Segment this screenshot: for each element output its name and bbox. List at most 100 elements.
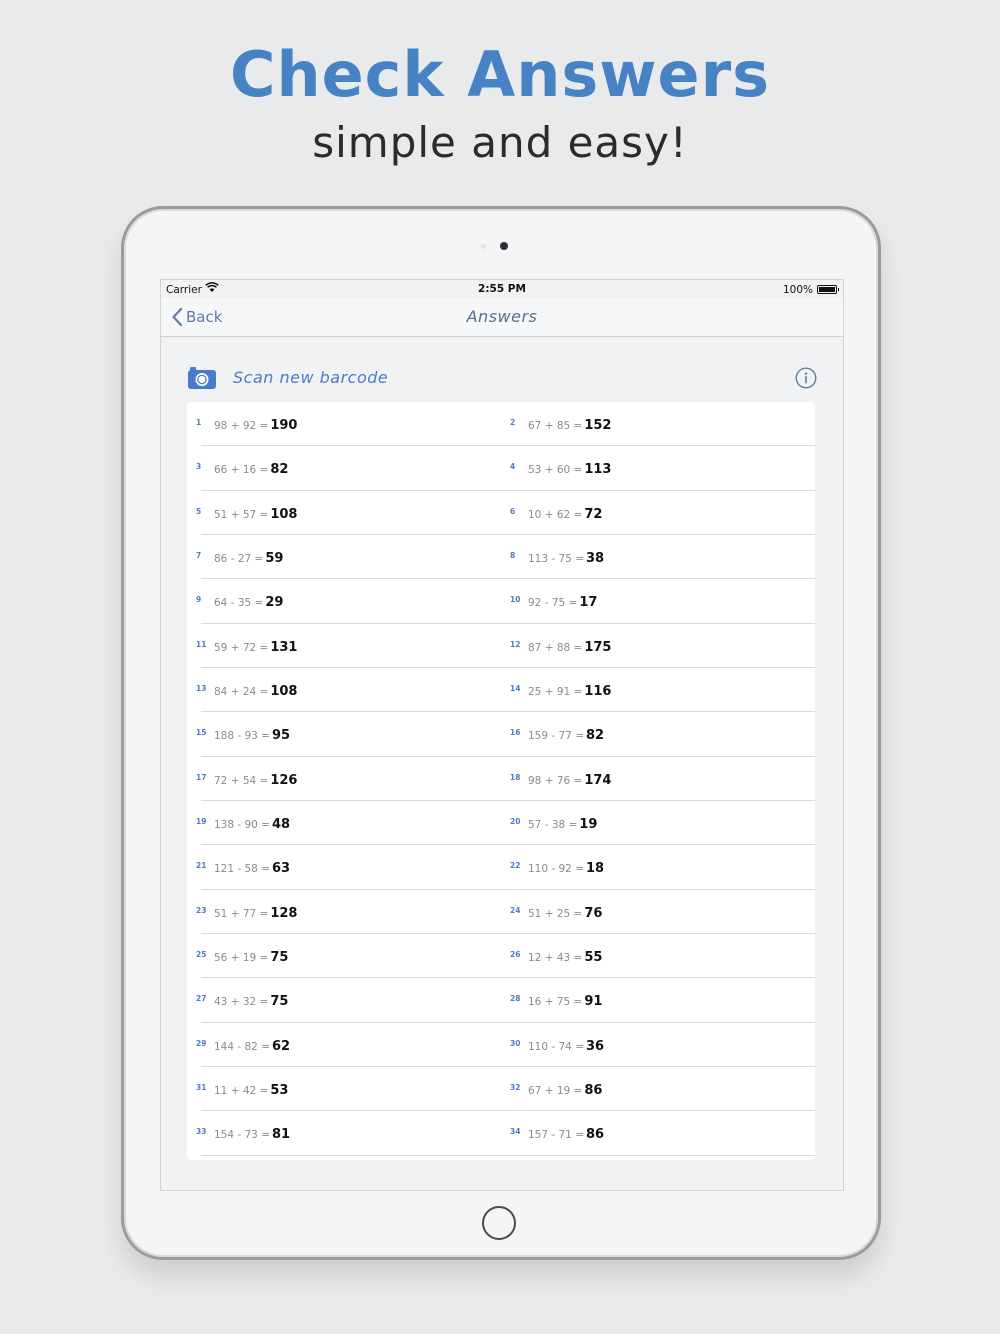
question-number: 33 [196, 1127, 207, 1137]
question-expression: 138 - 90 = 48 [214, 817, 290, 832]
answer-value: 152 [584, 418, 612, 433]
table-row: 17 72 + 54 = 126 18 98 + 76 = 174 [187, 757, 815, 802]
expression-text: 144 - 82 = [214, 1040, 271, 1053]
expression-text: 188 - 93 = [214, 730, 271, 743]
question-expression: 10 + 62 = 72 [528, 507, 602, 522]
answer-value: 116 [584, 683, 612, 699]
question-number: 26 [510, 949, 521, 959]
answer-item: 32 67 + 19 = 86 [501, 1067, 815, 1111]
question-number: 22 [510, 861, 521, 871]
question-expression: 154 - 73 = 81 [214, 1127, 290, 1142]
camera-icon[interactable] [187, 366, 217, 390]
question-number: 1 [196, 418, 202, 427]
expression-text: 51 + 57 = [214, 508, 269, 521]
expression-text: 86 - 27 = [214, 552, 264, 565]
answer-item: 29 144 - 82 = 62 [187, 1023, 501, 1067]
navigation-bar: Back Answers [161, 298, 843, 337]
expression-text: 53 + 60 = [528, 464, 583, 477]
answer-item: 10 92 - 75 = 17 [501, 579, 815, 623]
table-row: 33 154 - 73 = 81 34 157 - 71 = 86 [187, 1111, 815, 1156]
expression-text: 98 + 92 = [214, 420, 269, 432]
question-expression: 53 + 60 = 113 [528, 462, 611, 477]
question-expression: 12 + 43 = 55 [528, 950, 602, 965]
expression-text: 157 - 71 = [528, 1129, 585, 1142]
answer-value: 75 [270, 949, 289, 965]
question-expression: 59 + 72 = 131 [214, 640, 297, 655]
question-number: 15 [196, 728, 207, 738]
question-expression: 84 + 24 = 108 [214, 684, 297, 699]
answer-value: 53 [270, 1082, 289, 1098]
expression-text: 110 - 74 = [528, 1040, 585, 1053]
answer-item: 14 25 + 91 = 116 [501, 668, 815, 712]
answer-item: 4 53 + 60 = 113 [501, 446, 815, 490]
table-row: 31 11 + 42 = 53 32 67 + 19 = 86 [187, 1067, 815, 1112]
table-row: 5 51 + 57 = 108 6 10 + 62 = 72 [187, 491, 815, 536]
answer-value: 29 [265, 595, 284, 611]
question-expression: 51 + 77 = 128 [214, 906, 297, 921]
home-button[interactable] [482, 1206, 516, 1240]
question-number: 30 [510, 1038, 521, 1048]
expression-text: 51 + 77 = [214, 907, 269, 920]
table-row: 9 64 - 35 = 29 10 92 - 75 = 17 [187, 579, 815, 624]
promo-subline: simple and easy! [312, 118, 688, 167]
question-number: 32 [510, 1082, 521, 1092]
question-number: 17 [196, 772, 207, 782]
question-expression: 144 - 82 = 62 [214, 1039, 290, 1054]
question-expression: 67 + 19 = 86 [528, 1083, 602, 1098]
question-number: 5 [196, 506, 202, 516]
question-number: 24 [510, 905, 521, 915]
answer-item: 15 188 - 93 = 95 [187, 712, 501, 756]
expression-text: 16 + 75 = [528, 996, 583, 1009]
answer-item: 24 51 + 25 = 76 [501, 890, 815, 934]
answer-item: 17 72 + 54 = 126 [187, 757, 501, 801]
answer-item: 21 121 - 58 = 63 [187, 845, 501, 889]
scan-new-barcode-button[interactable]: Scan new barcode [233, 368, 388, 387]
table-row: 3 66 + 16 = 82 4 53 + 60 = 113 [187, 446, 815, 491]
answer-value: 38 [586, 550, 605, 566]
answer-item: 18 98 + 76 = 174 [501, 757, 815, 801]
question-number: 21 [196, 861, 207, 871]
answer-value: 131 [270, 639, 298, 655]
expression-text: 92 - 75 = [528, 597, 578, 610]
question-expression: 87 + 88 = 175 [528, 640, 611, 655]
answer-item: 8 113 - 75 = 38 [501, 535, 815, 579]
table-row: 19 138 - 90 = 48 20 57 - 38 = 19 [187, 801, 815, 846]
page-title: Answers [466, 307, 538, 326]
question-expression: 98 + 76 = 174 [528, 773, 611, 788]
expression-text: 56 + 19 = [214, 951, 269, 964]
table-row: 27 43 + 32 = 75 28 16 + 75 = 91 [187, 978, 815, 1023]
expression-text: 154 - 73 = [214, 1129, 271, 1142]
question-expression: 51 + 57 = 108 [214, 507, 297, 522]
expression-text: 113 - 75 = [528, 552, 585, 565]
table-row: 15 188 - 93 = 95 16 159 - 77 = 82 [187, 712, 815, 757]
question-expression: 11 + 42 = 53 [214, 1083, 288, 1098]
expression-text: 67 + 19 = [528, 1084, 583, 1097]
answer-item: 9 64 - 35 = 29 [187, 579, 501, 623]
promo-headline: Check Answers [229, 38, 771, 111]
question-expression: 121 - 58 = 63 [214, 861, 290, 876]
question-expression: 43 + 32 = 75 [214, 994, 288, 1009]
answer-value: 108 [270, 506, 298, 522]
answer-value: 126 [270, 772, 298, 788]
answer-value: 86 [586, 1127, 605, 1143]
answer-value: 86 [584, 1082, 603, 1098]
answer-item: 5 51 + 57 = 108 [187, 491, 501, 535]
question-number: 13 [196, 683, 207, 693]
table-row: 7 86 - 27 = 59 8 113 - 75 = 38 [187, 535, 815, 580]
answer-item: 27 43 + 32 = 75 [187, 978, 501, 1022]
table-row: 25 56 + 19 = 75 26 12 + 43 = 55 [187, 934, 815, 979]
answer-item: 1 98 + 92 = 190 [187, 402, 501, 446]
expression-text: 64 - 35 = [214, 597, 264, 610]
answer-value: 75 [270, 994, 289, 1010]
expression-text: 59 + 72 = [214, 641, 269, 654]
info-icon[interactable] [795, 367, 817, 389]
answer-item: 34 157 - 71 = 86 [501, 1111, 815, 1155]
battery-percentage: 100% [782, 284, 813, 296]
answer-value: 62 [272, 1038, 291, 1054]
question-expression: 56 + 19 = 75 [214, 950, 288, 965]
question-expression: 72 + 54 = 126 [214, 773, 297, 788]
question-number: 23 [196, 905, 207, 915]
answer-item: 7 86 - 27 = 59 [187, 535, 501, 579]
expression-text: 72 + 54 = [214, 774, 269, 787]
answer-value: 72 [584, 506, 603, 522]
